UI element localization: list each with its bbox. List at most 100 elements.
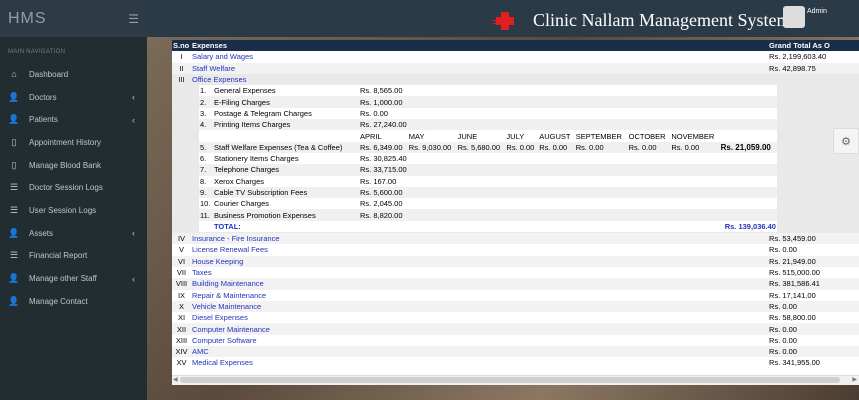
sidebar-item-dashboard[interactable]: ⌂ Dashboard: [0, 63, 147, 86]
expense-link[interactable]: Office Expenses: [192, 75, 246, 84]
expense-name-cell: Salary and Wages: [190, 51, 769, 63]
expense-link[interactable]: License Renewal Fees: [192, 245, 268, 254]
item-amount: Rs. 167.00: [358, 175, 777, 187]
expense-link[interactable]: Repair & Maintenance: [192, 291, 266, 300]
sidebar-item-user-session-logs[interactable]: ☰ User Session Logs: [0, 199, 147, 222]
expense-name-cell: Medical Expenses: [190, 357, 769, 369]
item-amount: Rs. 8,565.00: [358, 85, 777, 97]
col-sno: S.no: [172, 40, 191, 52]
col-grand-total: Grand Total As O: [768, 40, 859, 52]
item-amount: Rs. 5,600.00: [358, 186, 777, 199]
expense-name-cell: Insurance - Fire Insurance: [190, 233, 769, 245]
grand-total-cell: Rs. 515,000.00: [768, 266, 859, 279]
expense-table-body: I Salary and Wages Rs. 2,199,603.40 II Staff…: [172, 51, 859, 369]
scroll-right-icon[interactable]: ▶: [852, 376, 857, 383]
grand-total-cell: Rs. 17,141.00: [768, 289, 859, 301]
user-icon: 👤: [8, 295, 20, 306]
grand-total-cell: Rs. 0.00: [768, 300, 859, 313]
expense-link[interactable]: Taxes: [192, 268, 212, 277]
expense-link[interactable]: Building Maintenance: [192, 279, 264, 288]
horizontal-scrollbar[interactable]: ◀ ▶: [172, 375, 859, 385]
sidebar-item-patients[interactable]: 👤 Patients ‹: [0, 108, 147, 131]
grand-total-cell: [768, 73, 859, 86]
expense-link[interactable]: Diesel Expenses: [192, 313, 248, 322]
table-row: XIV AMC Rs. 0.00: [172, 346, 859, 358]
item-number: 2.: [198, 96, 213, 108]
item-number: 4.: [198, 119, 213, 131]
sidebar-item-assets[interactable]: 👤 Assets ‹: [0, 222, 147, 245]
menu-toggle-icon[interactable]: ☰: [128, 12, 139, 26]
sidebar-item-financial-report[interactable]: ☰ Financial Report: [0, 245, 147, 268]
top-header: Clinic Nallam Management System Admin: [147, 0, 859, 37]
table-row: V License Renewal Fees Rs. 0.00: [172, 244, 859, 256]
month-header: SEPTEMBER: [574, 130, 628, 142]
sidebar-item-doctor-session-logs[interactable]: ☰ Doctor Session Logs: [0, 176, 147, 199]
expense-name-cell: Office Expenses: [190, 73, 769, 86]
month-value: Rs. 0.00: [538, 141, 575, 153]
settings-gear-icon[interactable]: ⚙: [833, 128, 859, 154]
month-value: Rs. 6,349.00: [358, 141, 408, 153]
table-row: I Salary and Wages Rs. 2,199,603.40: [172, 51, 859, 63]
months-header-row: APRIL MAY JUNE JULY AUGUST SEPTEMBER OCTOBER NO…: [198, 130, 777, 142]
expense-link[interactable]: Computer Software: [192, 336, 257, 345]
expense-panel: S.no Expenses Grand Total As O I Salary a…: [172, 40, 859, 385]
grand-total-cell: Rs. 341,955.00: [768, 357, 859, 369]
table-row: XV Medical Expenses Rs. 341,955.00: [172, 357, 859, 369]
row-number: VI: [172, 255, 191, 267]
expense-name-cell: Computer Maintenance: [190, 323, 769, 335]
item-number: 1.: [198, 85, 213, 97]
month-header: MAY: [407, 130, 457, 142]
expense-link[interactable]: AMC: [192, 347, 209, 356]
grand-total-cell: Rs. 42,898.75: [768, 62, 859, 74]
total-value: Rs. 139,036.40: [358, 220, 777, 233]
office-total-row: TOTAL: Rs. 139,036.40: [198, 220, 777, 233]
main-content: S.no Expenses Grand Total As O I Salary a…: [147, 37, 859, 400]
user-icon: 👤: [8, 227, 20, 238]
row-number: XII: [172, 323, 191, 335]
sidebar-item-manage-contact[interactable]: 👤 Manage Contact: [0, 290, 147, 313]
office-expense-row: 11. Business Promotion Expenses Rs. 8,820.…: [198, 209, 777, 221]
expense-link[interactable]: Medical Expenses: [192, 358, 253, 367]
row-number: IV: [172, 233, 191, 245]
expense-link[interactable]: Computer Maintenance: [192, 325, 270, 334]
scrollbar-thumb[interactable]: [180, 377, 840, 383]
sidebar-item-doctors[interactable]: 👤 Doctors ‹: [0, 86, 147, 109]
expense-name-cell: AMC: [190, 346, 769, 358]
col-expenses: Expenses: [190, 40, 769, 52]
sidebar-item-label: Manage Blood Bank: [29, 160, 102, 170]
expense-link[interactable]: Insurance - Fire Insurance: [192, 234, 280, 243]
expense-link[interactable]: Staff Welfare: [192, 64, 235, 73]
item-name: Stationery Items Charges: [212, 152, 359, 165]
sidebar-item-manage-other-staff[interactable]: 👤 Manage other Staff ‹: [0, 267, 147, 290]
sidebar-item-label: Patients: [29, 115, 58, 125]
office-expense-row: 10. Courier Charges Rs. 2,045.00: [198, 198, 777, 210]
expense-table: S.no Expenses Grand Total As O I Salary a…: [172, 40, 859, 369]
item-amount: Rs. 2,045.00: [358, 198, 777, 210]
expense-link[interactable]: House Keeping: [192, 257, 243, 266]
row-number: X: [172, 300, 191, 313]
month-header: JUNE: [456, 130, 506, 142]
month-value: Rs. 0.00: [670, 141, 720, 153]
clinic-cross-icon: [493, 12, 514, 30]
sidebar-item-manage-blood-bank[interactable]: ▯ Manage Blood Bank: [0, 154, 147, 177]
avatar[interactable]: [783, 6, 805, 28]
expense-name-cell: Vehicle Maintenance: [190, 300, 769, 313]
app-logo[interactable]: HMS: [8, 10, 47, 28]
user-name[interactable]: Admin: [807, 8, 827, 15]
sidebar-item-appointment-history[interactable]: ▯ Appointment History: [0, 131, 147, 154]
row-number: IX: [172, 289, 191, 301]
grand-total-cell: Rs. 58,800.00: [768, 312, 859, 324]
expense-name-cell: License Renewal Fees: [190, 244, 769, 256]
expense-link[interactable]: Vehicle Maintenance: [192, 302, 261, 311]
row-number: I: [172, 51, 191, 63]
office-expense-row: 6. Stationery Items Charges Rs. 30,825.40: [198, 152, 777, 165]
spacer-cell: [172, 85, 191, 234]
table-row: XI Diesel Expenses Rs. 58,800.00: [172, 312, 859, 324]
expense-name-cell: Diesel Expenses: [190, 312, 769, 324]
expense-link[interactable]: Salary and Wages: [192, 52, 253, 61]
nav-header: MAIN NAVIGATION: [8, 49, 66, 55]
month-header: AUGUST: [538, 130, 575, 142]
list-icon: ☰: [9, 204, 19, 215]
scroll-left-icon[interactable]: ◀: [173, 376, 178, 383]
sidebar-item-label: Manage other Staff: [29, 274, 97, 284]
